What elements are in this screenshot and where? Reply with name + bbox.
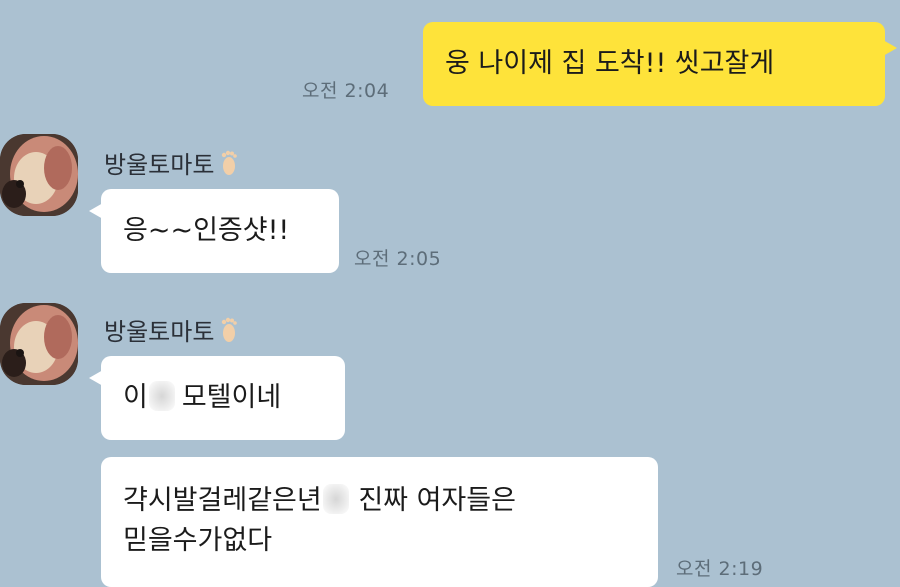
censor-blur [322,484,349,514]
message-text: 갹시발걸레같은년 진짜 여자들은 믿을수가없다 [123,481,516,561]
message-text-part: 갹시발걸레같은년 [123,485,322,516]
message-text-part: 믿을수가없다 [123,525,273,556]
chat-area: 오전 2:04 웅 나이제 집 도착!! 씻고잘게 방울토마토 응~~인증샷!!… [0,0,900,587]
message-time: 오전 2:19 [676,558,764,580]
message-time: 오전 2:05 [354,248,442,270]
message-text: 이 모텔이네 [123,378,281,418]
censor-blur [148,381,175,411]
profile-photo-icon [0,134,78,216]
sender-name: 방울토마토 [104,312,238,349]
message-text-part: 모텔이네 [181,382,282,413]
message-text-part: 이 [123,382,148,413]
message-text-part: 진짜 여자들은 [358,485,516,516]
message-text: 웅 나이제 집 도착!! 씻고잘게 [445,48,775,79]
profile-photo-icon [0,303,78,385]
foot-icon [220,150,238,182]
sender-name: 방울토마토 [104,145,238,182]
message-text: 응~~인증샷!! [123,215,290,246]
message-time: 오전 2:04 [302,80,390,102]
my-message-bubble[interactable]: 웅 나이제 집 도착!! 씻고잘게 [423,22,897,106]
avatar[interactable] [0,134,78,216]
avatar[interactable] [0,303,78,385]
their-message-bubble[interactable]: 응~~인증샷!! [89,189,339,273]
their-message-bubble[interactable]: 갹시발걸레같은년 진짜 여자들은 믿을수가없다 [101,457,658,587]
their-message-bubble[interactable]: 이 모텔이네 [89,356,345,440]
foot-icon [220,317,238,349]
